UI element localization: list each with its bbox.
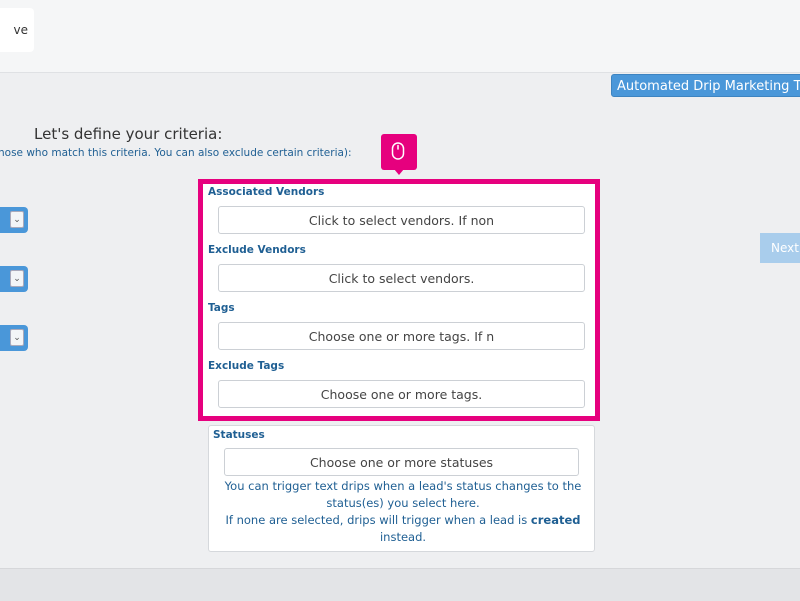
tags-select[interactable]: Choose one or more tags. If n (218, 322, 585, 350)
statuses-select[interactable]: Choose one or more statuses (224, 448, 579, 476)
exclude-tags-select[interactable]: Choose one or more tags. (218, 380, 585, 408)
statuses-help-text: You can trigger text drips when a lead's… (223, 478, 583, 546)
associated-vendors-select[interactable]: Click to select vendors. If non (218, 206, 585, 234)
automated-drip-marketing-button[interactable]: Automated Drip Marketing Te (611, 74, 800, 97)
statuses-label: Statuses (213, 429, 265, 441)
criteria-subtext: hose who match this criteria. You can al… (0, 147, 352, 159)
tags-label: Tags (208, 302, 235, 314)
exclude-tags-label: Exclude Tags (208, 360, 285, 372)
help-line2-prefix: If none are selected, drips will trigger… (225, 513, 531, 527)
chevron-down-icon: ⌄ (10, 211, 24, 228)
next-button[interactable]: Next (760, 233, 800, 263)
side-select-1[interactable]: ⌄ (0, 207, 28, 233)
save-button[interactable]: ve (0, 8, 34, 52)
criteria-heading: Let's define your criteria: (34, 125, 223, 143)
help-line2-suffix: instead. (379, 530, 427, 544)
tip-badge[interactable] (381, 134, 417, 175)
exclude-vendors-select[interactable]: Click to select vendors. (218, 264, 585, 292)
help-line2-bold: created (530, 513, 581, 527)
top-toolbar: ve (0, 0, 800, 73)
bottom-bar (0, 568, 800, 601)
statuses-help-line2: If none are selected, drips will trigger… (223, 512, 583, 546)
mouse-icon (391, 142, 405, 160)
statuses-help-line1: You can trigger text drips when a lead's… (224, 479, 582, 510)
chevron-down-icon: ⌄ (10, 270, 24, 287)
associated-vendors-label: Associated Vendors (208, 186, 325, 198)
chevron-down-icon: ⌄ (10, 329, 24, 346)
exclude-vendors-label: Exclude Vendors (208, 244, 306, 256)
side-select-2[interactable]: ⌄ (0, 266, 28, 292)
side-select-3[interactable]: ⌄ (0, 325, 28, 351)
